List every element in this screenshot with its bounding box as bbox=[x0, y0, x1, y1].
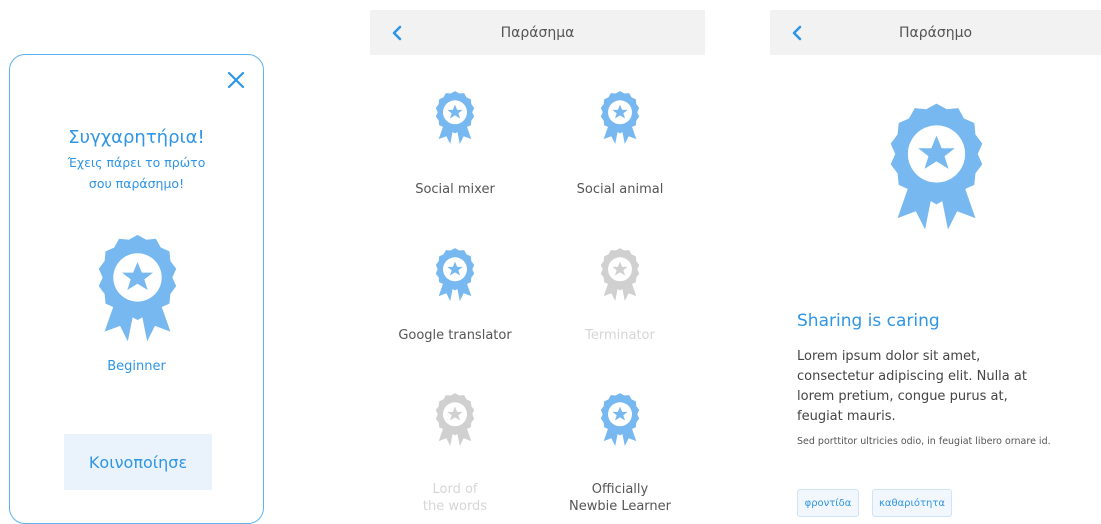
badge-title: Sharing is caring bbox=[797, 311, 940, 331]
back-arrow-icon[interactable] bbox=[390, 24, 404, 42]
description-line: feugiat mauris. bbox=[797, 409, 896, 424]
badge-label-line: Officially bbox=[591, 482, 649, 497]
badge-label[interactable]: Google translator bbox=[370, 327, 540, 344]
back-arrow-icon[interactable] bbox=[790, 24, 804, 42]
description-line: Lorem ipsum dolor sit amet, bbox=[797, 349, 981, 364]
description-line: consectetur adipiscing elit. Nulla at bbox=[797, 369, 1027, 384]
award-badge-icon[interactable] bbox=[431, 245, 479, 307]
share-button[interactable]: Κοινοποίησε bbox=[64, 434, 212, 490]
award-badge-icon bbox=[89, 231, 186, 351]
badges-header: Παράσημα bbox=[370, 10, 705, 55]
badge-description: Lorem ipsum dolor sit amet, consectetur … bbox=[797, 347, 1067, 427]
badge-label-line: Newbie Learner bbox=[568, 499, 672, 514]
badge-detail-header: Παράσημο bbox=[770, 10, 1101, 55]
close-icon[interactable] bbox=[225, 69, 247, 91]
badge-note: Sed porttitor ultricies odio, in feugiat… bbox=[797, 436, 1051, 447]
badge-label[interactable]: Lord of the words bbox=[370, 481, 540, 515]
award-badge-icon[interactable] bbox=[596, 88, 644, 150]
page-title: Παράσημο bbox=[898, 24, 973, 41]
badge-label[interactable]: Terminator bbox=[535, 327, 705, 344]
badge-label-line: Lord of bbox=[432, 482, 478, 497]
badge-label: Beginner bbox=[107, 359, 166, 374]
award-badge-icon[interactable] bbox=[596, 390, 644, 452]
congrats-subtitle: Έχεις πάρει το πρώτο σου παράσημο! bbox=[40, 152, 233, 194]
congrats-title: Συγχαρητήρια! bbox=[68, 127, 205, 148]
congrats-modal: Συγχαρητήρια! Έχεις πάρει το πρώτο σου π… bbox=[9, 54, 264, 524]
congrats-subtitle-line: σου παράσημο! bbox=[88, 176, 185, 191]
award-badge-icon[interactable] bbox=[431, 88, 479, 150]
badge-label[interactable]: Officially Newbie Learner bbox=[535, 481, 705, 515]
badge-label-line: the words bbox=[422, 499, 488, 514]
award-badge-disabled-icon[interactable] bbox=[596, 245, 644, 307]
award-badge-icon bbox=[879, 99, 994, 241]
badge-label[interactable]: Social mixer bbox=[370, 181, 540, 198]
page-title: Παράσημα bbox=[500, 24, 575, 41]
congrats-subtitle-line: Έχεις πάρει το πρώτο bbox=[67, 155, 206, 170]
tag-chip[interactable]: φροντίδα bbox=[797, 489, 859, 517]
tag-chip[interactable]: καθαριότητα bbox=[872, 489, 952, 517]
badge-label[interactable]: Social animal bbox=[535, 181, 705, 198]
description-line: lorem pretium, congue purus at, bbox=[797, 389, 1008, 404]
award-badge-disabled-icon[interactable] bbox=[431, 390, 479, 452]
